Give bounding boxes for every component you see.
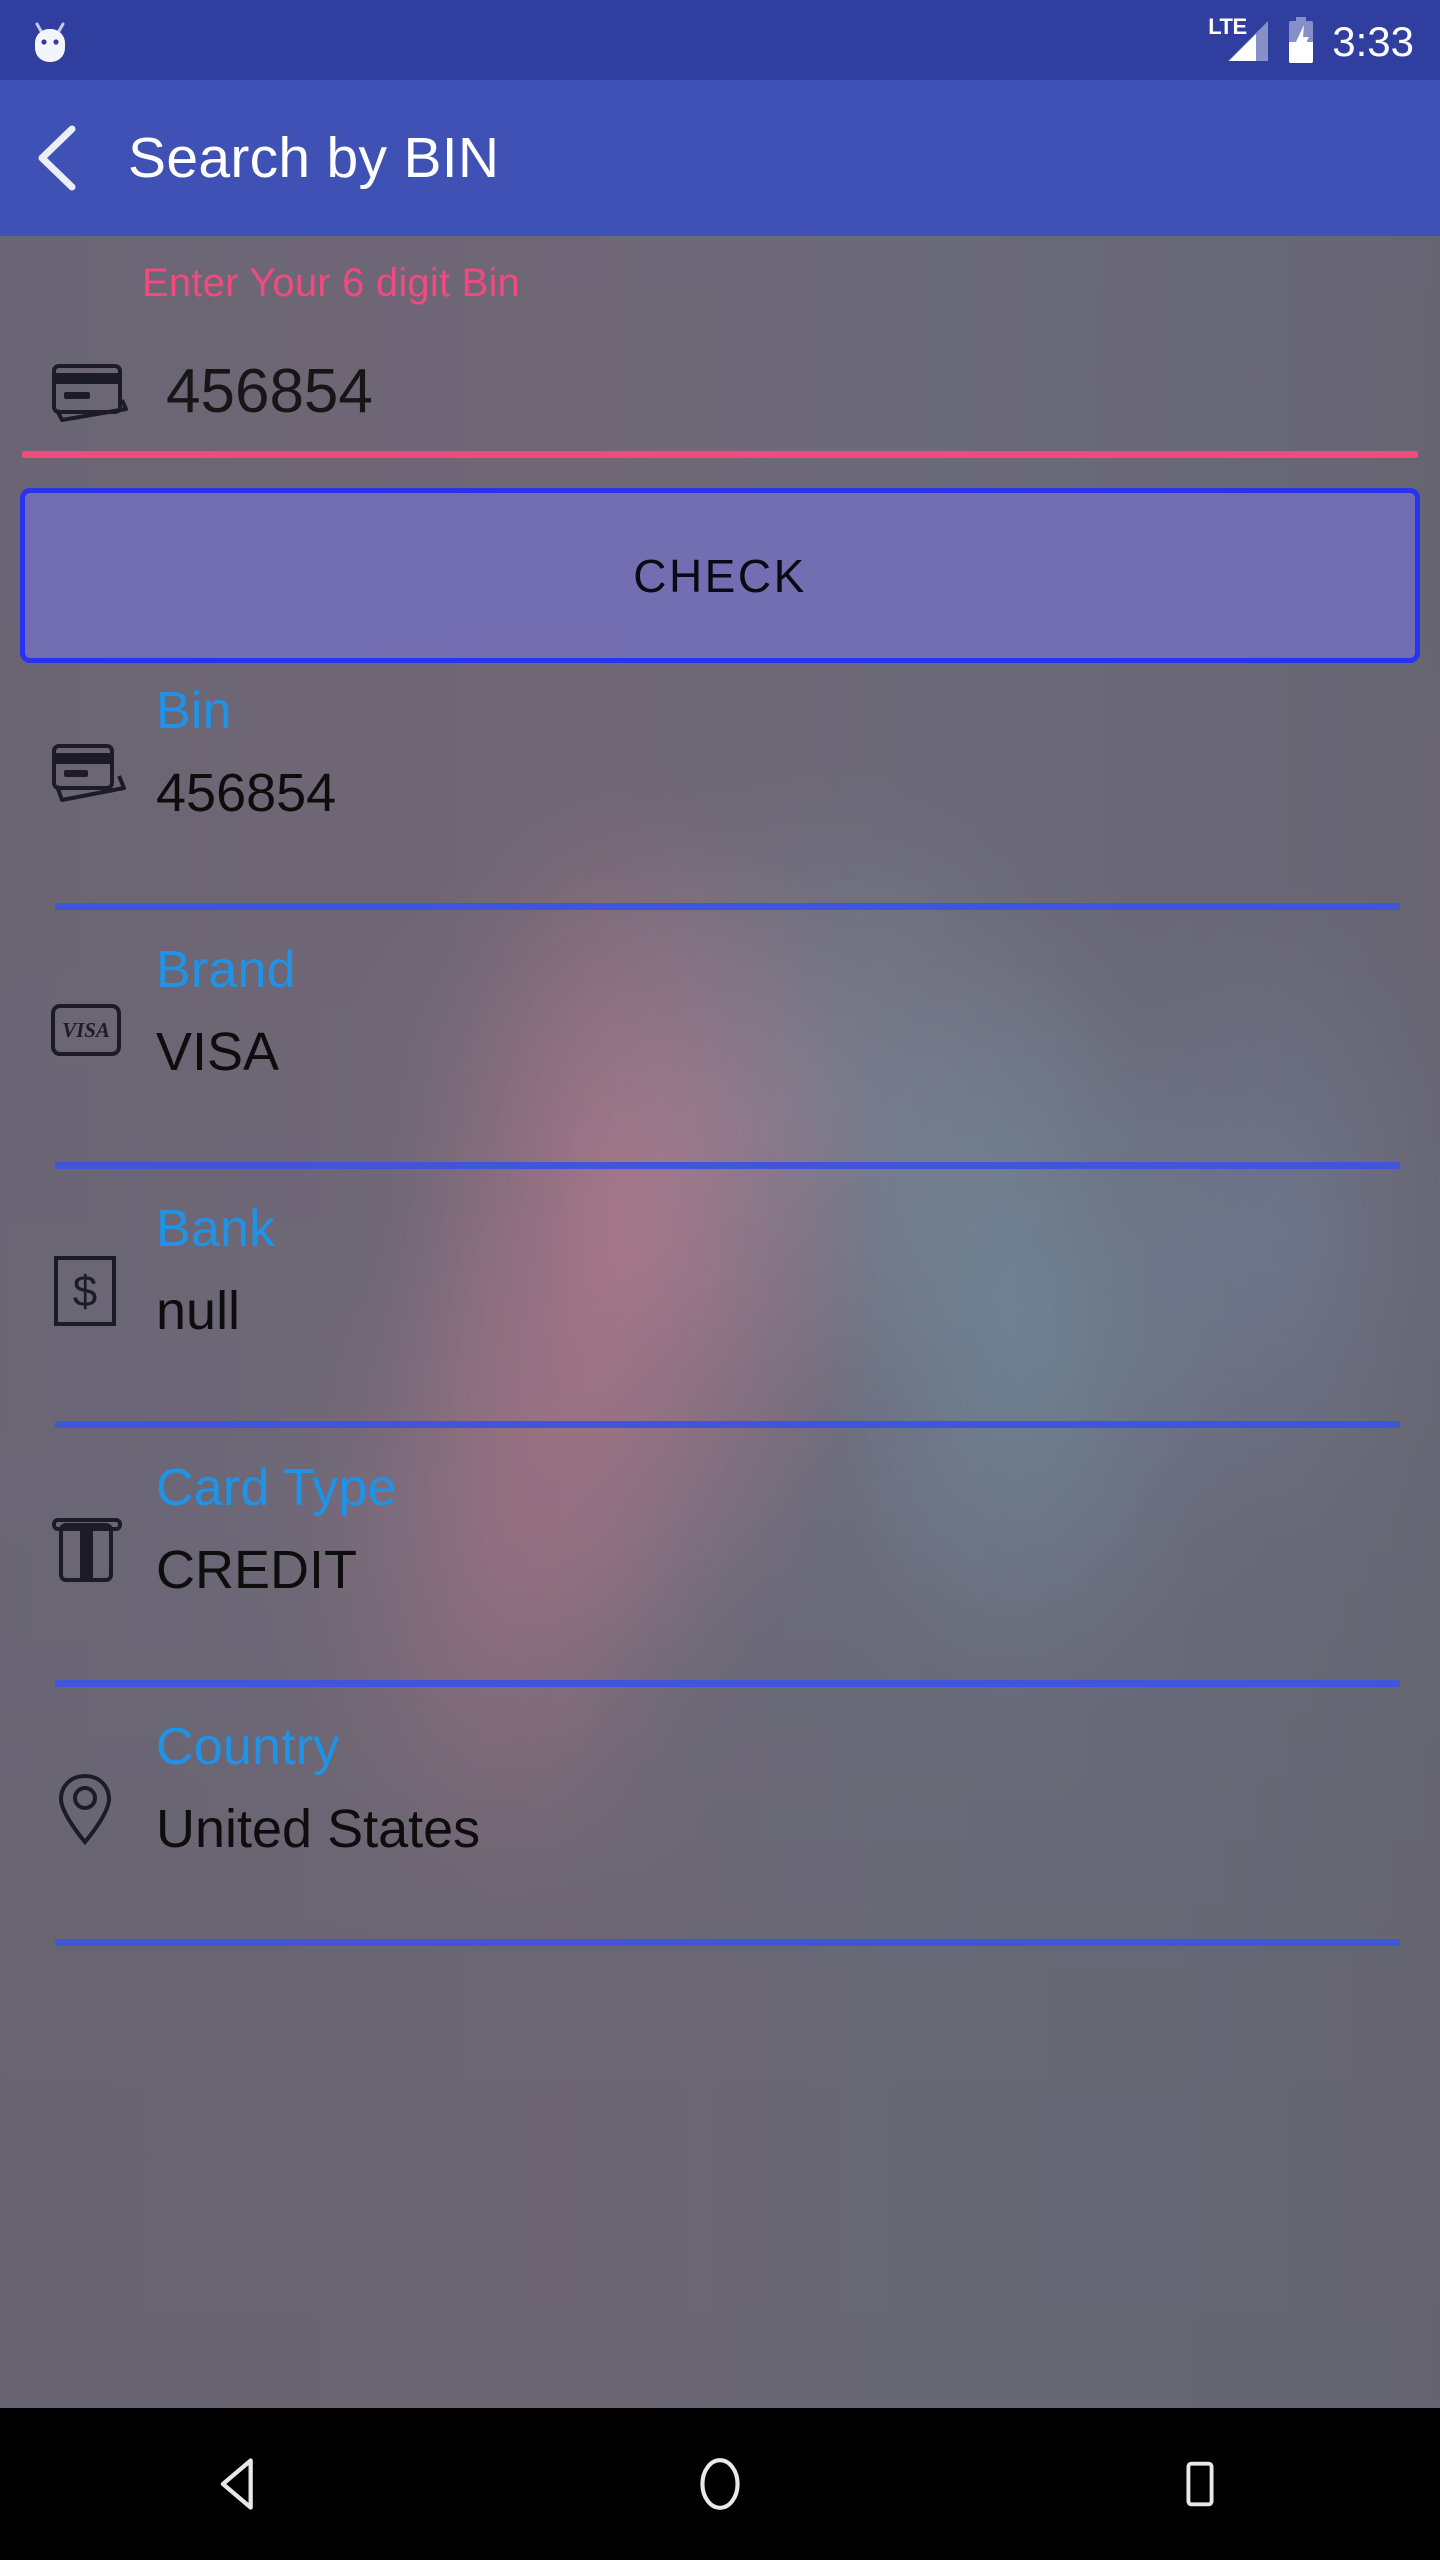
row-divider: [55, 1162, 1400, 1169]
check-button[interactable]: CHECK: [20, 488, 1420, 663]
visa-card-icon: VISA: [51, 1004, 121, 1056]
battery-charging-icon: [1289, 17, 1314, 63]
status-icons: LTE 3:33: [1208, 15, 1414, 65]
result-value: CREDIT: [156, 1540, 357, 1600]
bin-results-list: Bin 456854 VISA Brand VISA $ Bank null C…: [0, 666, 1440, 1961]
result-row-brand: VISA Brand VISA: [0, 925, 1440, 1184]
svg-text:VISA: VISA: [62, 1018, 110, 1042]
credit-card-icon: [52, 364, 128, 422]
row-divider: [55, 1680, 1400, 1687]
atm-card-slot-icon: [52, 1518, 122, 1582]
bin-input-underline: [22, 451, 1418, 458]
result-value: VISA: [156, 1022, 280, 1082]
location-pin-icon: [58, 1773, 112, 1846]
result-label: Bank: [156, 1200, 276, 1258]
square-recents-icon: [1186, 2461, 1214, 2507]
nav-back-button[interactable]: [0, 2408, 480, 2560]
nav-home-button[interactable]: [480, 2408, 960, 2560]
lte-signal-icon: LTE: [1208, 15, 1270, 65]
result-value: 456854: [156, 763, 337, 823]
phone-screen: LTE 3:33 Search by BIN Enter Your 6 digi…: [0, 0, 1440, 2560]
result-label: Card Type: [156, 1459, 397, 1517]
content-area: Enter Your 6 digit Bin 456854 CHECK Bin …: [0, 236, 1440, 2408]
status-bar: LTE 3:33: [0, 0, 1440, 80]
back-chevron-icon[interactable]: [28, 123, 88, 193]
dollar-bank-icon: $: [54, 1256, 116, 1326]
credit-cards-icon: [52, 744, 126, 802]
result-value: United States: [156, 1799, 481, 1859]
android-head-icon: [35, 22, 65, 62]
result-row-bank: $ Bank null: [0, 1184, 1440, 1443]
row-divider: [55, 903, 1400, 910]
result-row-bin: Bin 456854: [0, 666, 1440, 925]
result-row-country: Country United States: [0, 1702, 1440, 1961]
bin-input-value[interactable]: 456854: [166, 356, 373, 427]
result-label: Bin: [156, 682, 232, 740]
row-divider: [55, 1939, 1400, 1946]
check-button-label: CHECK: [633, 549, 807, 602]
status-bar-clock: 3:33: [1332, 18, 1414, 65]
bin-input-hint-label: Enter Your 6 digit Bin: [142, 261, 520, 305]
svg-text:$: $: [73, 1267, 97, 1316]
triangle-back-icon: [220, 2458, 253, 2510]
result-value: null: [156, 1281, 241, 1341]
result-row-card-type: Card Type CREDIT: [0, 1443, 1440, 1702]
app-bar: Search by BIN: [0, 80, 1440, 236]
page-title: Search by BIN: [128, 126, 500, 190]
row-divider: [55, 1421, 1400, 1428]
nav-recents-button[interactable]: [960, 2408, 1440, 2560]
bin-input-row[interactable]: 456854: [0, 331, 1440, 451]
result-label: Brand: [156, 941, 296, 999]
result-label: Country: [156, 1718, 340, 1776]
circle-home-icon: [700, 2458, 740, 2510]
android-navigation-bar: [0, 2408, 1440, 2560]
